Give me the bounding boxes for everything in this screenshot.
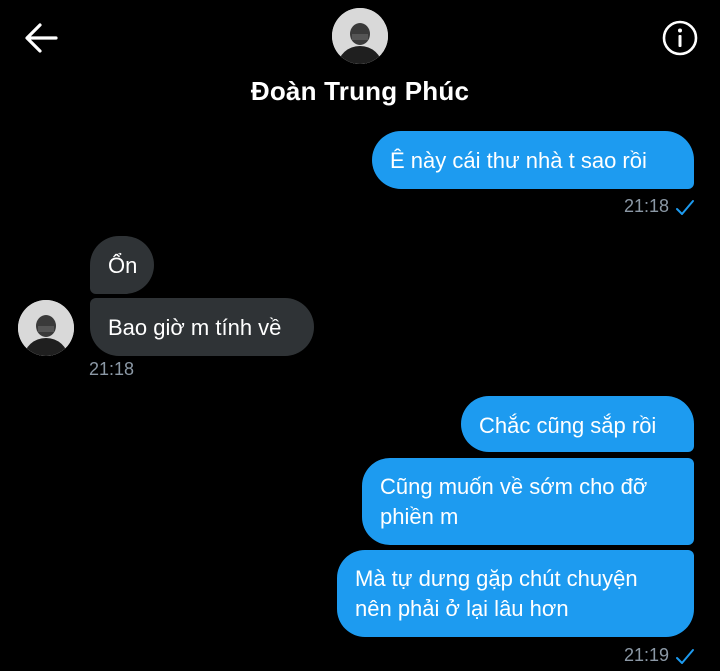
message-timestamp: 21:19	[624, 645, 670, 665]
read-check-icon	[676, 649, 694, 664]
message-bubble-incoming[interactable]: Bao giờ m tính về	[90, 298, 314, 356]
contact-name[interactable]: Đoàn Trung Phúc	[0, 76, 720, 107]
info-circle-icon	[662, 20, 698, 56]
message-timestamp: 21:18	[89, 359, 135, 379]
message-timestamp: 21:18	[624, 196, 670, 216]
message-bubble-outgoing[interactable]: Chắc cũng sắp rồi	[461, 396, 694, 452]
message-bubble-outgoing[interactable]: Ê này cái thư nhà t sao rồi	[372, 131, 694, 189]
back-button[interactable]	[22, 20, 62, 56]
arrow-left-icon	[25, 23, 58, 53]
contact-avatar[interactable]	[332, 8, 388, 64]
info-button[interactable]	[661, 19, 699, 57]
sender-avatar[interactable]	[18, 300, 74, 356]
message-bubble-outgoing[interactable]: Cũng muốn về sớm cho đỡ phiền m	[362, 458, 694, 545]
message-bubble-outgoing[interactable]: Mà tự dưng gặp chút chuyện nên phải ở lạ…	[337, 550, 694, 637]
message-bubble-incoming[interactable]: Ổn	[90, 236, 154, 294]
read-check-icon	[676, 200, 694, 215]
